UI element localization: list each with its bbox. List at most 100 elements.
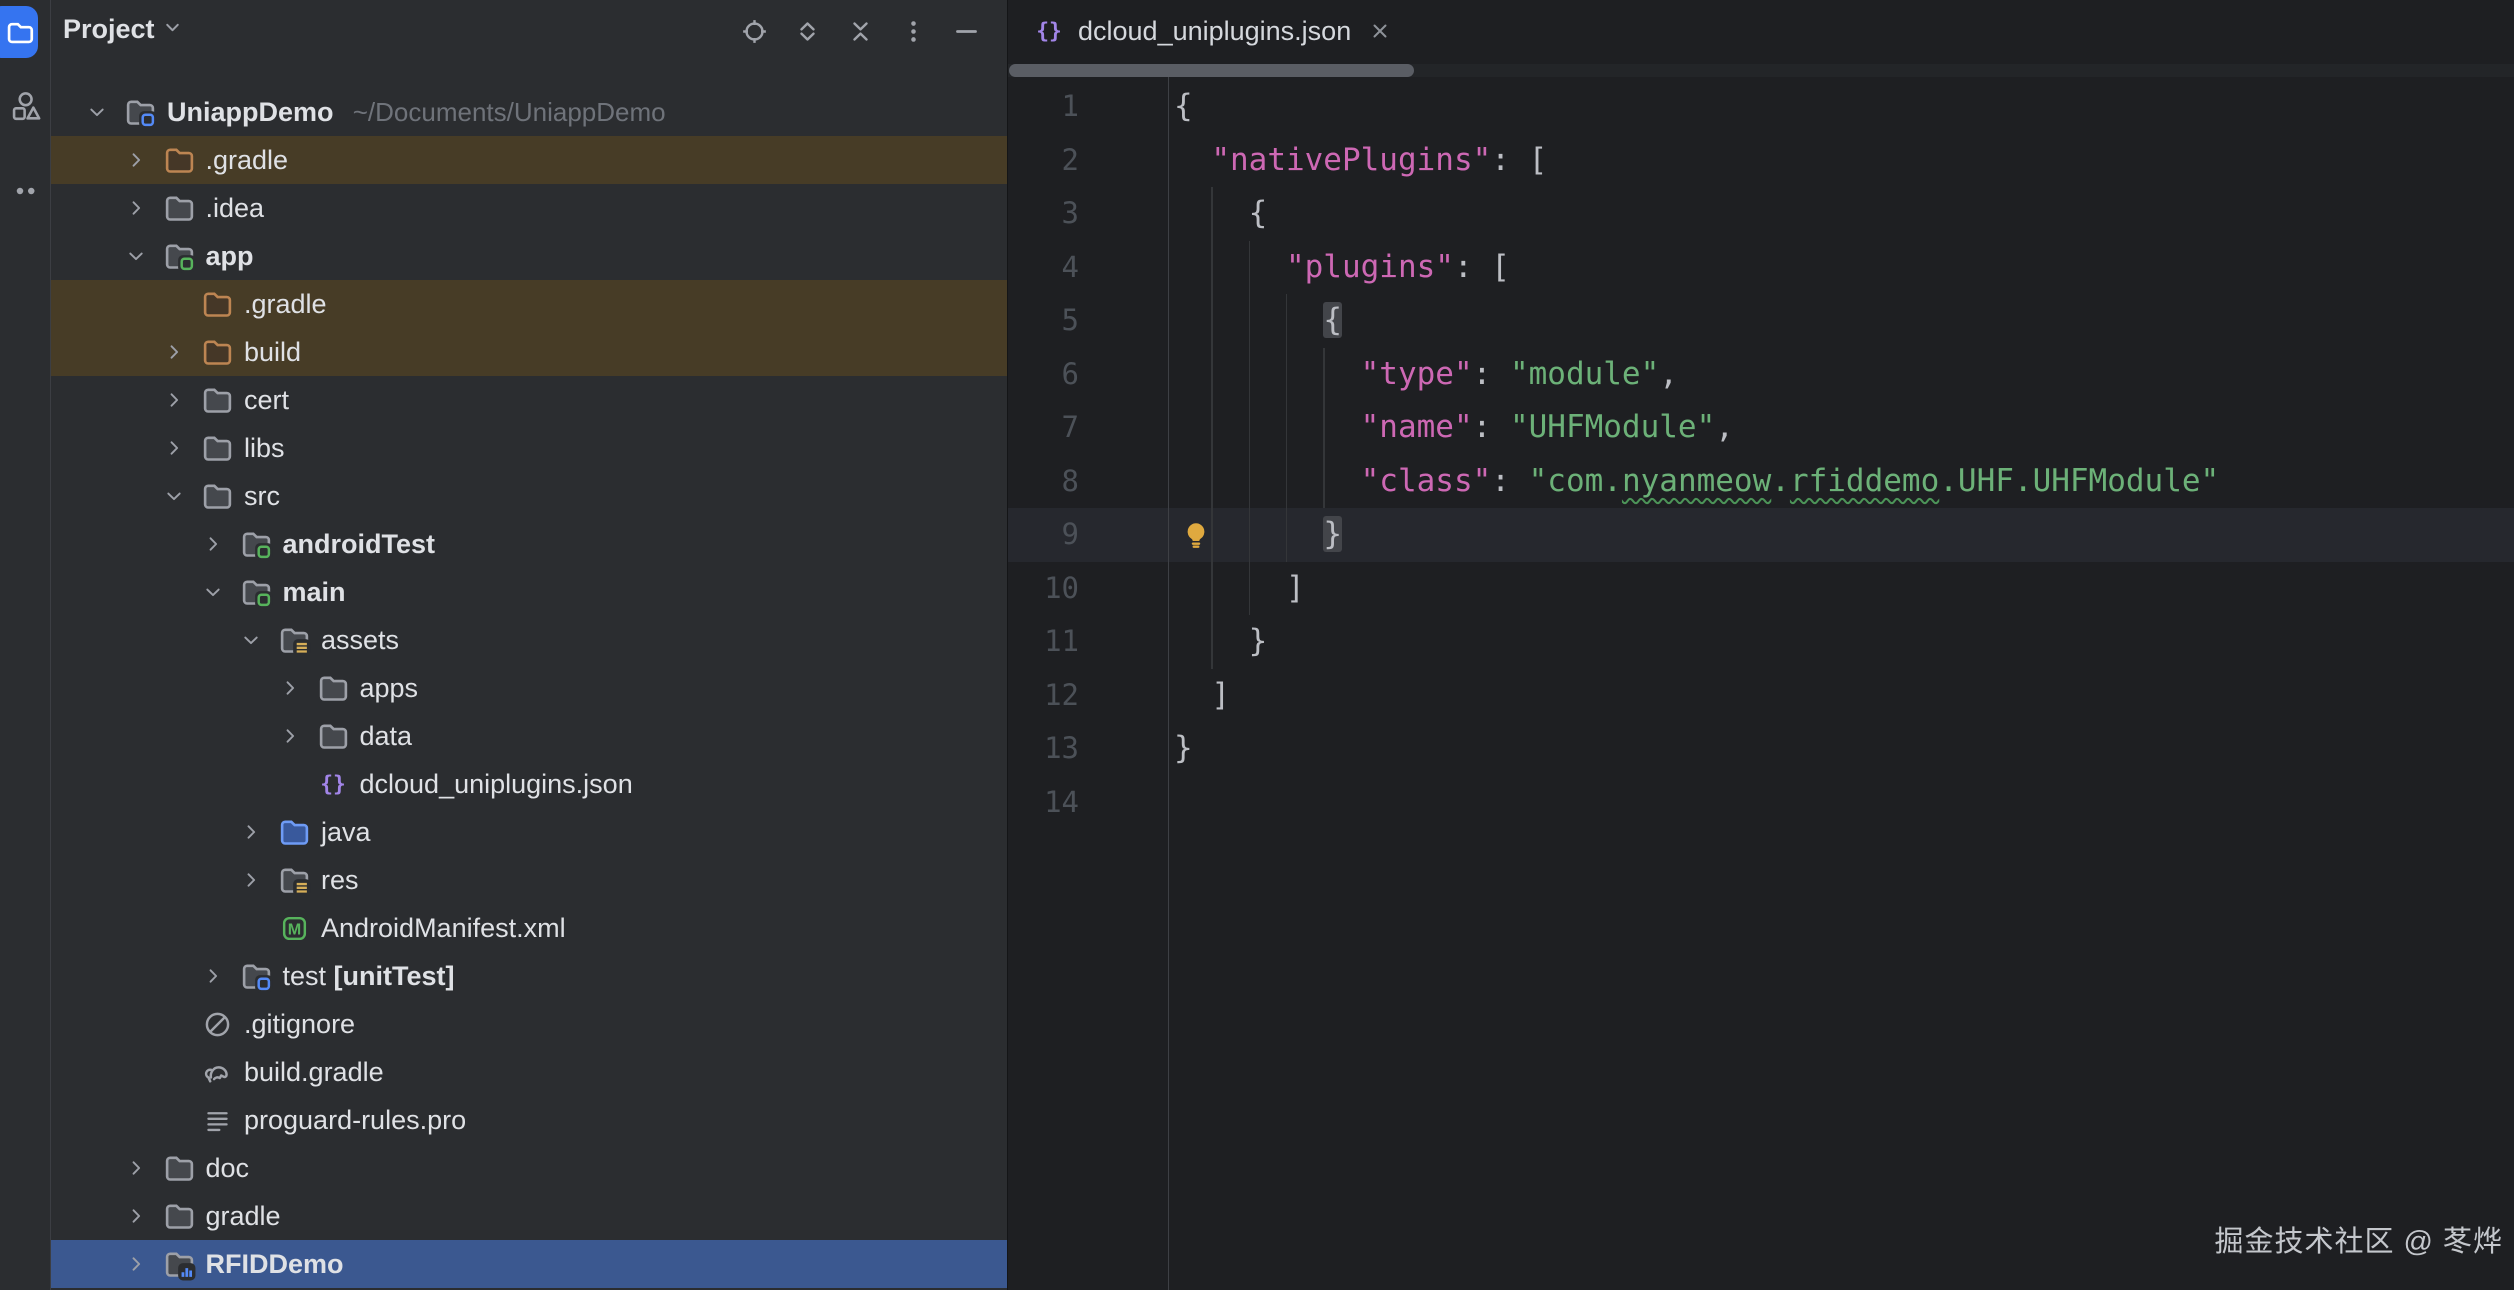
tree-item-label: apps (360, 673, 419, 704)
tree-row-res[interactable]: res (51, 856, 1007, 904)
folder-icon (201, 432, 234, 465)
twisty-spacer (163, 1048, 201, 1096)
tree-row-proguard-rules-pro[interactable]: proguard-rules.pro (51, 1096, 1007, 1144)
chevron-right-icon[interactable] (163, 328, 201, 376)
structure-tool-window-button[interactable] (4, 86, 46, 128)
close-tab-icon[interactable] (1367, 18, 1393, 44)
tree-row-rfiddemo[interactable]: RFIDDemo (51, 1240, 1007, 1288)
chevron-right-icon[interactable] (279, 712, 317, 760)
chevron-down-icon (161, 16, 184, 44)
folder-icon (201, 480, 234, 513)
more-options-icon[interactable] (898, 16, 928, 46)
tree-row-gradle[interactable]: .gradle (51, 136, 1007, 184)
tree-item-label: doc (206, 1153, 250, 1184)
panel-title: Project (63, 14, 155, 45)
line-number: 5 (1008, 294, 1168, 348)
tree-row-gitignore[interactable]: .gitignore (51, 1000, 1007, 1048)
chevron-right-icon[interactable] (240, 808, 278, 856)
tree-row-idea[interactable]: .idea (51, 184, 1007, 232)
tree-row-gradle[interactable]: gradle (51, 1192, 1007, 1240)
project-panel: Project UniappDemo ~/Documents/UniappDem… (51, 0, 1007, 1290)
chevron-right-icon[interactable] (202, 520, 240, 568)
folder-icon (201, 384, 234, 417)
tree-row-apps[interactable]: apps (51, 664, 1007, 712)
folder-icon (278, 816, 311, 849)
chevron-right-icon[interactable] (125, 1192, 163, 1240)
chevron-down-icon[interactable] (202, 568, 240, 616)
editor-area: {} dcloud_uniplugins.json 12345678910111… (1007, 0, 2514, 1290)
editor-tab-bar: {} dcloud_uniplugins.json (1008, 0, 2514, 62)
expand-all-icon[interactable] (792, 16, 822, 46)
chevron-down-icon[interactable] (125, 232, 163, 280)
tree-row-cert[interactable]: cert (51, 376, 1007, 424)
code-pane[interactable]: { "nativePlugins": [ { "plugins": [ { "t… (1169, 80, 2514, 829)
tree-row-app[interactable]: app (51, 232, 1007, 280)
chevron-right-icon[interactable] (240, 856, 278, 904)
manifest-icon: M (278, 912, 311, 945)
tool-window-stripe (0, 0, 51, 1290)
code-line: "class": "com.nyanmeow.rfiddemo.UHF.UHFM… (1169, 455, 2514, 509)
chevron-down-icon[interactable] (86, 88, 124, 136)
tree-row-gradle[interactable]: .gradle (51, 280, 1007, 328)
chevron-right-icon[interactable] (125, 136, 163, 184)
tree-row-doc[interactable]: doc (51, 1144, 1007, 1192)
watermark: 掘金技术社区 @ 苳烨 (2214, 1218, 2503, 1260)
chevron-right-icon[interactable] (125, 1144, 163, 1192)
svg-text:{}: {} (1036, 19, 1062, 44)
tree-row-dcloud-uniplugins-json[interactable]: {}dcloud_uniplugins.json (51, 760, 1007, 808)
tree-item-label: androidTest (283, 529, 436, 560)
code-line: { (1169, 294, 2514, 348)
tree-item-label: main (283, 577, 346, 608)
locate-opened-file-icon[interactable] (739, 16, 769, 46)
tree-row-androidmanifest-xml[interactable]: MAndroidManifest.xml (51, 904, 1007, 952)
line-number: 12 (1008, 669, 1168, 723)
intention-bulb-icon[interactable] (1180, 519, 1212, 551)
chevron-right-icon[interactable] (125, 184, 163, 232)
collapse-all-icon[interactable] (845, 16, 875, 46)
tab-scrollbar-track (1008, 64, 2514, 77)
chevron-right-icon[interactable] (125, 1240, 163, 1288)
code-line: } (1169, 722, 2514, 776)
hide-panel-icon[interactable] (951, 16, 981, 46)
tree-row-assets[interactable]: assets (51, 616, 1007, 664)
tree-row-test[interactable]: test [unitTest] (51, 952, 1007, 1000)
tree-item-path: ~/Documents/UniappDemo (346, 97, 666, 128)
project-tool-window-button[interactable] (0, 6, 38, 58)
chevron-right-icon[interactable] (163, 376, 201, 424)
tree-item-label: proguard-rules.pro (244, 1105, 466, 1136)
code-editor[interactable]: 1234567891011121314{ "nativePlugins": [ … (1008, 77, 2514, 1290)
tree-row-uniappdemo[interactable]: UniappDemo ~/Documents/UniappDemo (51, 88, 1007, 136)
tree-row-build-gradle[interactable]: build.gradle (51, 1048, 1007, 1096)
tree-item-label: data (360, 721, 413, 752)
chevron-right-icon[interactable] (202, 952, 240, 1000)
tree-row-src[interactable]: src (51, 472, 1007, 520)
project-view-switcher[interactable]: Project (63, 14, 184, 45)
ide-window: Project UniappDemo ~/Documents/UniappDem… (0, 0, 2514, 1290)
tree-row-main[interactable]: main (51, 568, 1007, 616)
line-number: 9 (1008, 508, 1168, 562)
tree-item-label: .gradle (206, 145, 289, 176)
line-number: 11 (1008, 615, 1168, 669)
tree-row-androidtest[interactable]: androidTest (51, 520, 1007, 568)
tree-row-build[interactable]: build (51, 328, 1007, 376)
line-number: 3 (1008, 187, 1168, 241)
folder-icon (163, 192, 196, 225)
more-tool-windows-button[interactable] (4, 170, 46, 212)
line-number: 7 (1008, 401, 1168, 455)
tree-row-data[interactable]: data (51, 712, 1007, 760)
tree-row-libs[interactable]: libs (51, 424, 1007, 472)
folder-icon (201, 336, 234, 369)
code-line: "plugins": [ (1169, 241, 2514, 295)
folder-icon (163, 1200, 196, 1233)
chevron-down-icon[interactable] (240, 616, 278, 664)
chevron-right-icon[interactable] (279, 664, 317, 712)
tree-row-java[interactable]: java (51, 808, 1007, 856)
line-number: 4 (1008, 241, 1168, 295)
textlines-icon (201, 1104, 234, 1137)
tab-scrollbar-thumb[interactable] (1009, 64, 1414, 77)
chevron-down-icon[interactable] (163, 472, 201, 520)
chevron-right-icon[interactable] (163, 424, 201, 472)
tree-item-label: .gitignore (244, 1009, 355, 1040)
code-line: { (1169, 187, 2514, 241)
editor-tab[interactable]: {} dcloud_uniplugins.json (1008, 0, 1415, 62)
